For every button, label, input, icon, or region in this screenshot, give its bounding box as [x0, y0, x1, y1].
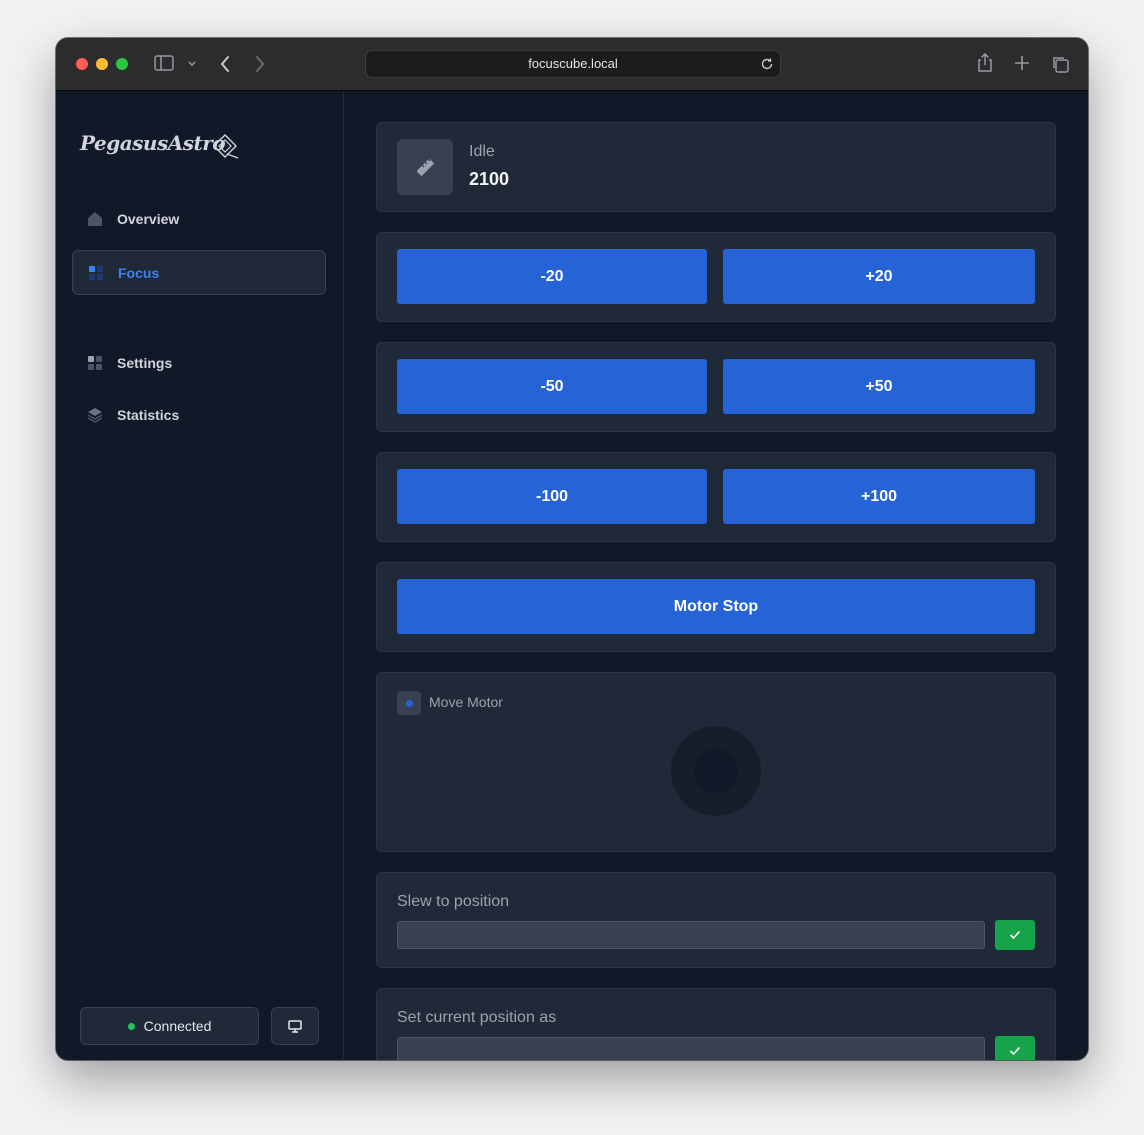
connection-status-dot — [127, 1022, 135, 1030]
move-motor-dot — [405, 699, 413, 707]
slew-position-input[interactable] — [397, 921, 985, 949]
back-icon[interactable] — [219, 55, 231, 73]
grid-icon — [89, 265, 103, 280]
minimize-window-button[interactable] — [96, 58, 108, 70]
main-content: Idle 2100 -20 +20 -50 +50 -100 +100 Moto… — [344, 91, 1088, 1060]
home-icon — [88, 212, 102, 226]
focuser-status-card: Idle 2100 — [376, 122, 1056, 212]
sidebar: PegasusAstro Overview Focus Settings Sta… — [56, 91, 344, 1060]
sidebar-item-label: Overview — [117, 211, 180, 227]
step-100-card: -100 +100 — [376, 452, 1056, 542]
logo-mark-icon — [213, 134, 239, 159]
grid-icon — [88, 356, 102, 370]
chevron-down-icon[interactable] — [187, 60, 197, 68]
motor-stop-button[interactable]: Motor Stop — [397, 579, 1035, 634]
sidebar-item-statistics[interactable]: Statistics — [72, 393, 326, 437]
close-window-button[interactable] — [76, 58, 88, 70]
step-50-card: -50 +50 — [376, 342, 1056, 432]
forward-icon[interactable] — [254, 55, 266, 73]
set-current-position-label: Set current position as — [397, 1009, 557, 1026]
slew-to-position-card: Slew to position — [376, 872, 1056, 968]
joystick-base — [671, 726, 761, 816]
sidebar-item-label: Focus — [118, 264, 160, 281]
reload-icon[interactable] — [760, 57, 774, 71]
move-minus-100-button[interactable]: -100 — [397, 469, 707, 524]
move-plus-100-button[interactable]: +100 — [723, 469, 1035, 524]
sidebar-item-overview[interactable]: Overview — [72, 197, 326, 241]
address-bar[interactable]: focuscube.local — [365, 50, 781, 78]
url-text: focuscube.local — [528, 56, 618, 71]
sidebar-item-focus[interactable]: Focus — [72, 250, 326, 295]
tab-overview-icon[interactable] — [1051, 55, 1069, 73]
move-minus-50-button[interactable]: -50 — [397, 359, 707, 414]
layers-icon — [87, 408, 103, 423]
pegasus-astro-logo[interactable]: PegasusAstro — [80, 131, 226, 155]
set-position-input[interactable] — [397, 1037, 985, 1060]
motor-state-label: Idle — [469, 143, 495, 160]
new-tab-icon[interactable] — [1014, 55, 1030, 71]
sidebar-item-label: Settings — [117, 355, 173, 371]
set-position-submit-button[interactable] — [995, 1036, 1035, 1060]
slew-to-position-label: Slew to position — [397, 893, 510, 910]
move-motor-indicator — [397, 691, 421, 715]
connection-status-button[interactable]: Connected — [80, 1007, 259, 1045]
step-20-card: -20 +20 — [376, 232, 1056, 322]
check-icon — [1009, 930, 1021, 940]
browser-toolbar: focuscube.local — [56, 38, 1088, 91]
slew-submit-button[interactable] — [995, 920, 1035, 950]
sidebar-item-settings[interactable]: Settings — [72, 341, 326, 385]
move-motor-card: Move Motor — [376, 672, 1056, 852]
motor-stop-card: Motor Stop — [376, 562, 1056, 652]
monitor-icon — [288, 1019, 302, 1033]
share-icon[interactable] — [976, 53, 994, 73]
joystick-knob[interactable] — [694, 749, 738, 793]
move-motor-label: Move Motor — [429, 694, 503, 710]
ruler-icon — [416, 158, 434, 176]
zoom-window-button[interactable] — [116, 58, 128, 70]
current-position-value: 2100 — [469, 169, 510, 189]
connection-status-label: Connected — [143, 1018, 212, 1034]
status-icon-box — [397, 139, 453, 195]
move-minus-20-button[interactable]: -20 — [397, 249, 707, 304]
set-current-position-card: Set current position as — [376, 988, 1056, 1060]
move-plus-20-button[interactable]: +20 — [723, 249, 1035, 304]
sidebar-toggle-icon[interactable] — [154, 55, 174, 71]
check-icon — [1009, 1046, 1021, 1056]
sidebar-item-label: Statistics — [117, 407, 180, 423]
move-plus-50-button[interactable]: +50 — [723, 359, 1035, 414]
browser-window: focuscube.local PegasusAstro Overview Fo… — [56, 38, 1088, 1060]
display-mode-button[interactable] — [271, 1007, 319, 1045]
